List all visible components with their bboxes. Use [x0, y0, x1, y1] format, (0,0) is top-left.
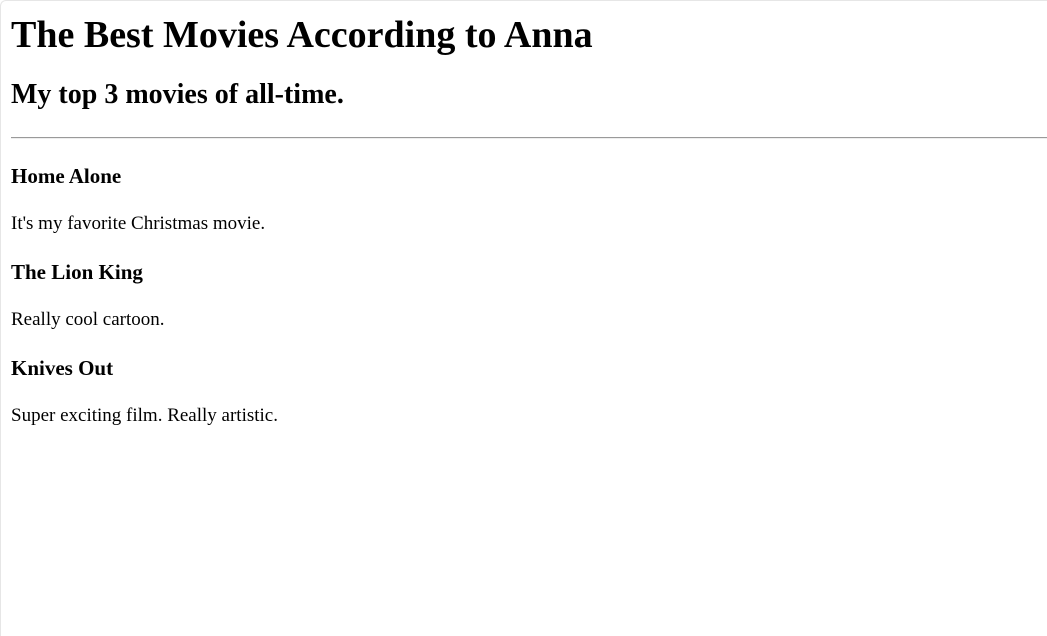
movie-title: Knives Out: [11, 356, 114, 380]
page: The Best Movies According to Anna My top…: [0, 0, 1047, 636]
movie-item-knives-out: Knives Out Super exciting film. Really a…: [11, 356, 1047, 427]
movie-description: Really cool cartoon.: [11, 309, 165, 330]
divider: [11, 137, 1047, 139]
content: The Best Movies According to Anna My top…: [11, 1, 1047, 427]
movie-title: The Lion King: [11, 260, 143, 284]
page-subtitle: My top 3 movies of all-time.: [11, 79, 344, 110]
page-title: The Best Movies According to Anna: [11, 14, 593, 56]
movie-description: It's my favorite Christmas movie.: [11, 213, 266, 234]
movie-list: Home Alone It's my favorite Christmas mo…: [11, 164, 1047, 427]
movie-description: Super exciting film. Really artistic.: [11, 405, 278, 426]
movie-title: Home Alone: [11, 164, 122, 188]
movie-item-the-lion-king: The Lion King Really cool cartoon.: [11, 260, 1047, 331]
movie-item-home-alone: Home Alone It's my favorite Christmas mo…: [11, 164, 1047, 235]
